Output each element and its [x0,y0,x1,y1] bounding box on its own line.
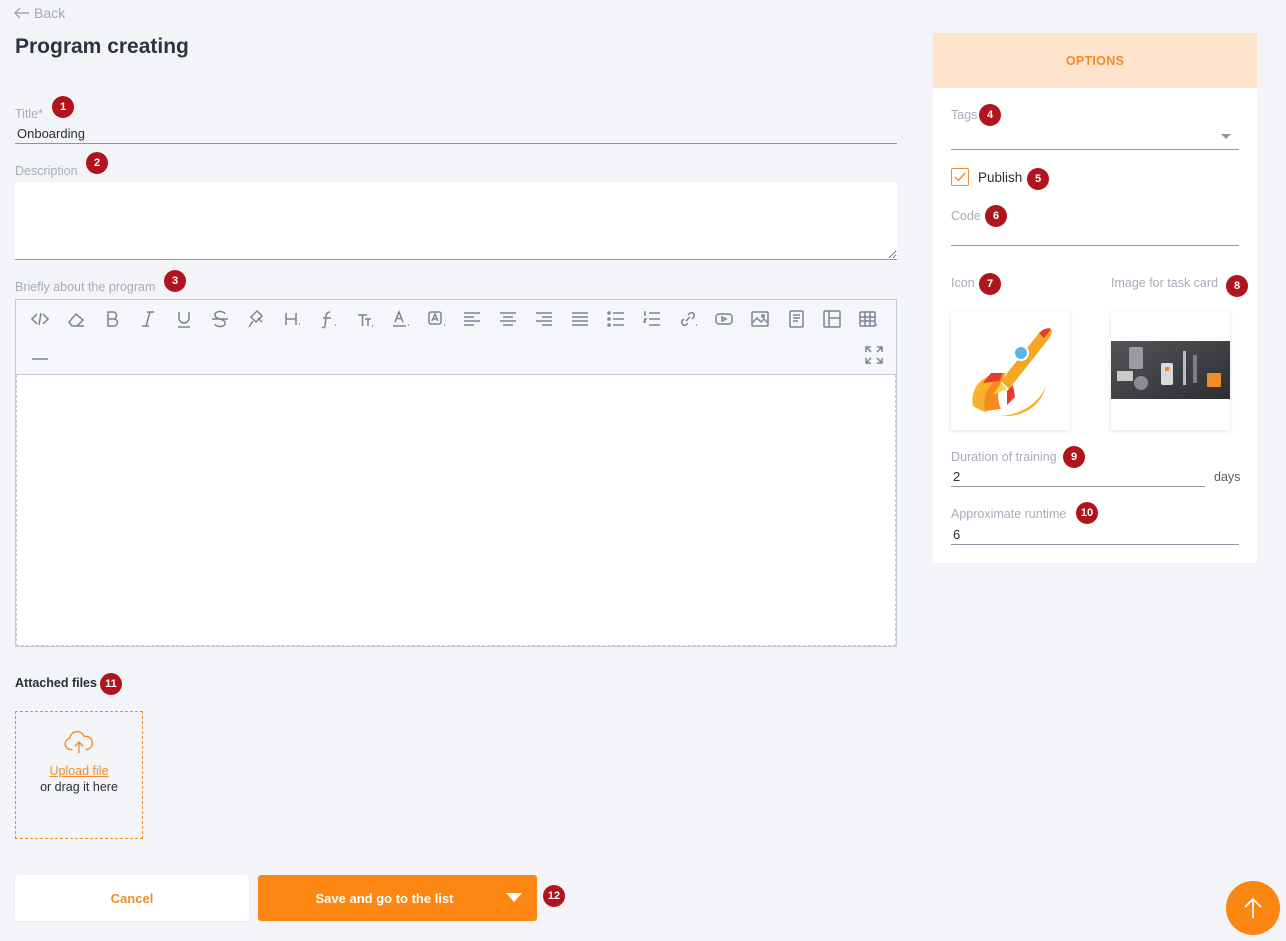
task-card-image[interactable] [1111,311,1230,430]
tags-label: Tags [951,108,978,122]
back-label: Back [34,5,66,21]
title-input[interactable]: Onboarding [15,124,897,144]
heading-icon[interactable] [274,304,310,334]
file-icon[interactable] [778,304,814,334]
scroll-to-top-button[interactable] [1226,881,1280,935]
attached-files-title: Attached files [15,676,97,690]
save-button[interactable]: Save and go to the list [258,875,537,921]
chevron-down-icon[interactable] [491,875,537,921]
duration-unit: days [1214,470,1241,484]
cloud-upload-icon [64,730,94,754]
align-left-icon[interactable] [454,304,490,334]
rich-text-editor[interactable] [15,299,897,647]
badge-2: 2 [86,152,108,174]
publish-toggle[interactable]: Publish [951,168,1022,186]
badge-6: 6 [985,205,1007,227]
table-icon[interactable] [850,304,886,334]
italic-icon[interactable] [130,304,166,334]
publish-checkbox[interactable] [951,168,969,186]
cancel-button[interactable]: Cancel [15,875,249,921]
bold-icon[interactable] [94,304,130,334]
editor-toolbar [16,300,896,375]
code-input[interactable] [951,226,1239,246]
text-color-icon[interactable] [382,304,418,334]
align-justify-icon[interactable] [562,304,598,334]
program-icon-image[interactable] [951,311,1070,430]
eraser-icon[interactable] [58,304,94,334]
file-dropzone[interactable]: Upload file or drag it here [15,711,143,839]
editor-content-area[interactable] [16,375,896,646]
image-label: Image for task card [1111,276,1218,290]
arrow-up-icon [1244,897,1262,918]
badge-11: 11 [100,673,122,695]
background-color-icon[interactable] [418,304,454,334]
tags-select[interactable] [951,126,1239,150]
options-panel: OPTIONS Tags 4 Publish 5 Code 6 Icon 7 I… [933,33,1257,563]
runtime-input[interactable]: 6 [951,525,1239,545]
font-size-icon[interactable] [346,304,382,334]
publish-label: Publish [978,169,1023,185]
badge-7: 7 [979,273,1001,295]
badge-9: 9 [1063,446,1085,468]
badge-8: 8 [1226,275,1248,297]
chevron-down-icon [1221,134,1231,139]
horizontal-line-icon[interactable] [22,340,58,370]
title-value: Onboarding [17,126,85,141]
save-button-label: Save and go to the list [315,890,454,906]
upload-file-link[interactable]: Upload file [49,764,108,778]
link-icon[interactable] [670,304,706,334]
options-header: OPTIONS [933,33,1257,88]
badge-10: 10 [1076,502,1098,524]
numbered-list-icon[interactable] [634,304,670,334]
page-title: Program creating [15,35,189,58]
arrow-left-icon [14,7,29,19]
description-textarea[interactable] [15,182,897,260]
duration-input[interactable]: 2 [951,467,1205,487]
about-label: Briefly about the program [15,280,156,294]
align-right-icon[interactable] [526,304,562,334]
code-label: Code [951,209,981,223]
description-label: Description [15,164,78,178]
font-family-icon[interactable] [310,304,346,334]
badge-5: 5 [1027,168,1049,190]
layout-icon[interactable] [814,304,850,334]
icon-label: Icon [951,276,975,290]
video-icon[interactable] [706,304,742,334]
format-painter-icon[interactable] [238,304,274,334]
strikethrough-icon[interactable] [202,304,238,334]
runtime-label: Approximate runtime [951,507,1067,521]
runtime-value: 6 [953,527,961,542]
badge-4: 4 [979,104,1001,126]
image-icon[interactable] [742,304,778,334]
rocket-icon [972,328,1052,417]
check-icon [954,172,966,182]
badge-1: 1 [52,96,74,118]
badge-12: 12 [543,885,565,907]
badge-3: 3 [164,270,186,292]
duration-label: Duration of training [951,450,1057,464]
drag-hint: or drag it here [40,780,118,794]
back-link[interactable]: Back [14,5,65,21]
photo-image [1111,341,1230,399]
fullscreen-icon[interactable] [864,345,884,365]
title-label: Title* [15,107,44,121]
bullet-list-icon[interactable] [598,304,634,334]
align-center-icon[interactable] [490,304,526,334]
underline-icon[interactable] [166,304,202,334]
code-view-icon[interactable] [22,304,58,334]
duration-value: 2 [953,469,961,484]
